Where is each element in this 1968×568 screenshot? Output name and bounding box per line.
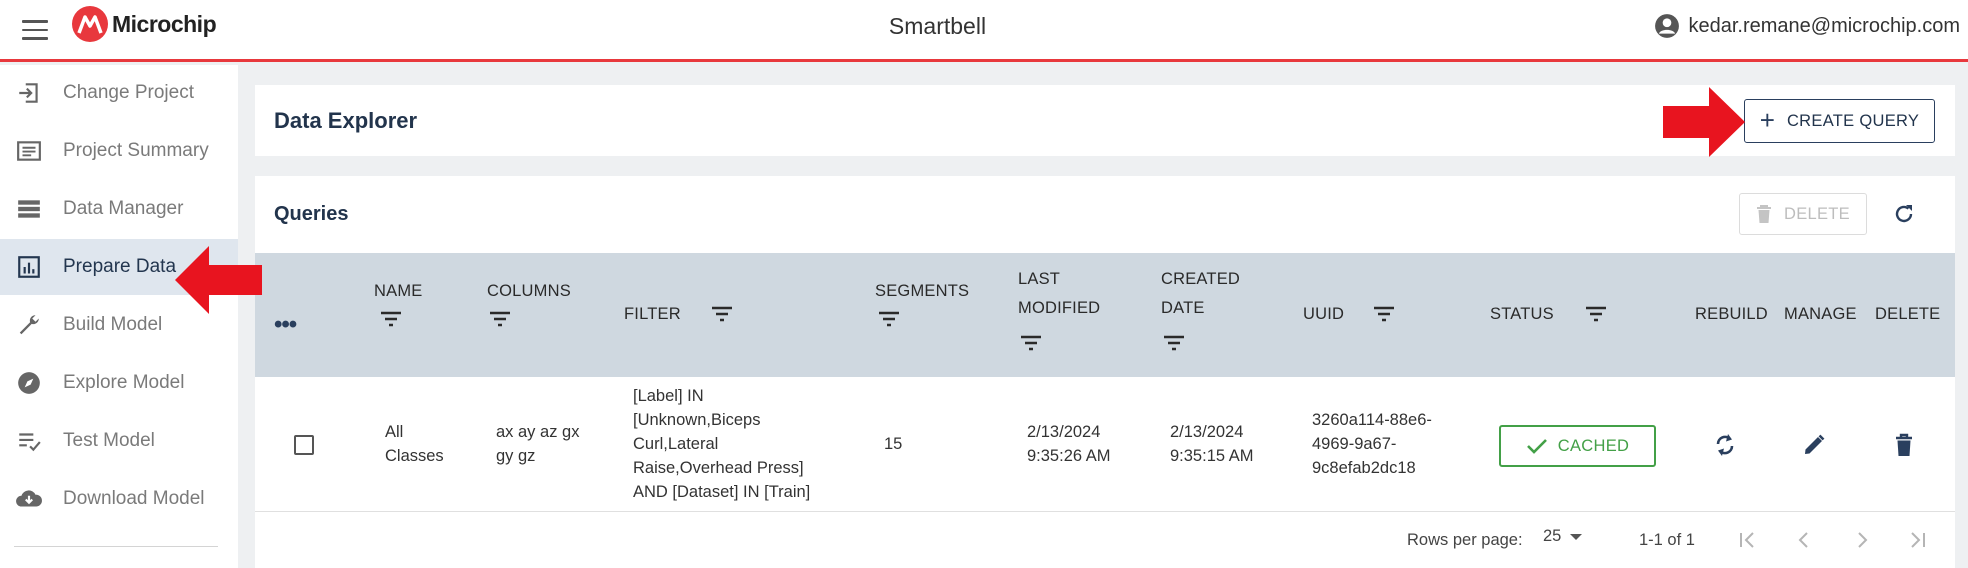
- account-circle-icon: [1655, 14, 1680, 38]
- rows-per-page-select[interactable]: 25: [1543, 527, 1583, 546]
- cell-columns: ax ay az gx gy gz: [496, 423, 580, 465]
- column-header-filter: FILTER: [624, 305, 681, 323]
- summary-icon: [14, 136, 44, 166]
- column-header-created-date: CREATED DATE: [1161, 270, 1241, 317]
- sidebar-item-change-project[interactable]: Change Project: [0, 65, 238, 121]
- sidebar-item-test-model[interactable]: Test Model: [0, 413, 238, 469]
- cell-last-modified: 2/13/2024 9:35:26 AM: [1027, 423, 1111, 465]
- column-header-columns: COLUMNS: [487, 282, 571, 300]
- filter-icon[interactable]: [489, 311, 511, 327]
- cell-name: All Classes: [385, 423, 444, 465]
- user-account[interactable]: kedar.remane@microchip.com: [1654, 13, 1960, 39]
- sidebar-item-label: Prepare Data: [63, 256, 177, 277]
- sidebar-item-label: Download Model: [63, 488, 205, 509]
- first-page-button[interactable]: [1733, 525, 1763, 555]
- sidebar-item-label: Project Summary: [63, 140, 209, 161]
- rows-per-page-label: Rows per page:: [1407, 531, 1523, 549]
- cell-uuid: 3260a114-88e6- 4969-9a67- 9c8efab2dc18: [1312, 411, 1432, 477]
- last-page-button[interactable]: [1902, 525, 1932, 555]
- sidebar-item-label: Data Manager: [63, 198, 184, 219]
- filter-icon[interactable]: [1020, 335, 1042, 351]
- sidebar-item-label: Change Project: [63, 82, 194, 103]
- filter-icon[interactable]: [1585, 306, 1607, 322]
- cloud-download-icon: [14, 484, 44, 514]
- status-badge: CACHED: [1499, 425, 1656, 467]
- wrench-icon: [14, 310, 44, 340]
- sidebar: Change Project Project Summary Data Mana…: [0, 65, 238, 568]
- pagination-range: 1-1 of 1: [1639, 531, 1695, 549]
- cell-segments: 15: [884, 435, 903, 453]
- refresh-button[interactable]: [1888, 198, 1920, 230]
- annotation-arrow-left: [175, 246, 262, 314]
- user-email: kedar.remane@microchip.com: [1688, 14, 1960, 37]
- trash-icon: [1757, 205, 1771, 223]
- app-title: Smartbell: [888, 13, 987, 39]
- annotation-arrow-right: [1663, 87, 1745, 157]
- chevron-right-icon: [1858, 532, 1868, 548]
- row-checkbox[interactable]: [294, 435, 314, 455]
- delete-label: DELETE: [1784, 204, 1850, 223]
- cell-created-date: 2/13/2024 9:35:15 AM: [1170, 423, 1254, 465]
- next-page-button[interactable]: [1847, 525, 1877, 555]
- create-query-button[interactable]: + CREATE QUERY: [1744, 99, 1935, 143]
- column-header-name: NAME: [374, 282, 423, 300]
- checklist-icon: [14, 426, 44, 456]
- status-label: CACHED: [1557, 436, 1630, 455]
- trash-icon: [1896, 433, 1912, 456]
- sidebar-item-label: Test Model: [63, 430, 155, 451]
- sidebar-item-label: Build Model: [63, 314, 163, 335]
- sync-icon: [1716, 434, 1734, 456]
- table-header: ••• NAME COLUMNS FILTER SEGMENTS LAST MOD…: [255, 253, 1955, 377]
- sidebar-item-download-model[interactable]: Download Model: [0, 471, 238, 527]
- filter-icon[interactable]: [1163, 335, 1185, 351]
- caret-down-icon: [1570, 533, 1583, 540]
- refresh-icon: [1895, 205, 1913, 223]
- cell-filter: [Label] IN [Unknown,Biceps Curl,Lateral Rai…: [633, 387, 811, 501]
- filter-icon[interactable]: [878, 311, 900, 327]
- sidebar-item-label: Explore Model: [63, 372, 185, 393]
- create-query-label: CREATE QUERY: [1786, 111, 1920, 130]
- sidebar-divider: [14, 546, 218, 547]
- storage-icon: [14, 194, 44, 224]
- filter-icon[interactable]: [711, 306, 733, 322]
- sidebar-item-explore-model[interactable]: Explore Model: [0, 355, 238, 411]
- page-title: Data Explorer: [274, 108, 418, 133]
- bar-chart-icon: [14, 252, 44, 282]
- column-header-rebuild: REBUILD: [1695, 305, 1768, 323]
- delete-row-button[interactable]: [1889, 430, 1919, 460]
- more-options-icon[interactable]: •••: [274, 313, 297, 337]
- queries-title: Queries: [274, 203, 349, 225]
- top-app-bar: Microchip Smartbell kedar.remane@microch…: [0, 0, 1968, 62]
- sidebar-item-data-manager[interactable]: Data Manager: [0, 181, 238, 237]
- filter-icon[interactable]: [1373, 306, 1395, 322]
- previous-page-button[interactable]: [1789, 525, 1819, 555]
- filter-icon[interactable]: [380, 311, 402, 327]
- queries-card: Queries DELETE ••• NAME COLUMNS FILTER S…: [255, 176, 1955, 568]
- table-row[interactable]: All Classes ax ay az gx gy gz [Label] IN [U…: [255, 377, 1955, 512]
- first-page-icon: [1740, 532, 1754, 548]
- column-header-delete: DELETE: [1875, 305, 1941, 323]
- column-header-uuid: UUID: [1303, 305, 1345, 323]
- sidebar-item-project-summary[interactable]: Project Summary: [0, 123, 238, 179]
- compass-icon: [14, 368, 44, 398]
- delete-queries-button[interactable]: DELETE: [1739, 193, 1867, 235]
- edit-icon: [1805, 434, 1825, 454]
- column-header-status: STATUS: [1490, 305, 1554, 323]
- rebuild-button[interactable]: [1710, 430, 1740, 460]
- login-icon: [14, 78, 44, 108]
- pagination-bar: Rows per page: 25 1-1 of 1: [255, 512, 1955, 568]
- check-icon: [1526, 439, 1547, 454]
- chevron-left-icon: [1798, 532, 1808, 548]
- column-header-manage: MANAGE: [1784, 305, 1857, 323]
- last-page-icon: [1911, 532, 1925, 548]
- plus-icon: +: [1759, 105, 1775, 135]
- column-header-last-modified: LAST MODIFIED: [1018, 270, 1101, 317]
- rows-per-page-value: 25: [1543, 527, 1562, 545]
- column-header-segments: SEGMENTS: [875, 282, 970, 300]
- manage-button[interactable]: [1799, 430, 1829, 460]
